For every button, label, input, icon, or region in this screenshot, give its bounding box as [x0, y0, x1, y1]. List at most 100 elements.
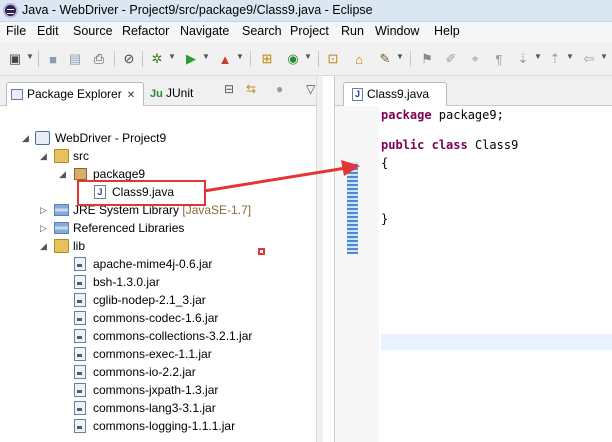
- debug-icon[interactable]: ✲: [148, 50, 166, 68]
- new-icon[interactable]: ▣: [6, 50, 24, 68]
- chevron-down-icon[interactable]: ▼: [168, 52, 176, 61]
- code-line-class[interactable]: public class Class9: [381, 138, 518, 152]
- junit-icon: Ju: [150, 87, 163, 100]
- tree-scrollbar[interactable]: [316, 76, 323, 442]
- search-icon[interactable]: ✎: [376, 50, 394, 68]
- link-with-editor-icon[interactable]: ⇆: [246, 82, 256, 102]
- jar-icon: [74, 275, 86, 289]
- close-icon[interactable]: ✕: [127, 90, 135, 101]
- view-tab-strip: Package Explorer ✕ Ju JUnit ⊟ ⇆ ● ▽: [0, 76, 323, 106]
- collapsed-icon[interactable]: ▷: [40, 201, 47, 219]
- collapsed-icon[interactable]: ▷: [40, 219, 47, 237]
- tree-node-jar[interactable]: commons-collections-3.2.1.jar: [0, 327, 253, 345]
- tab-package-explorer[interactable]: Package Explorer ✕: [6, 82, 144, 106]
- chevron-down-icon[interactable]: ▼: [304, 52, 312, 61]
- jar-label: commons-exec-1.1.jar: [93, 347, 212, 361]
- menu-refactor[interactable]: Refactor: [122, 24, 169, 38]
- toggle-breadcrumb-icon[interactable]: ✐: [442, 50, 460, 68]
- view-menu-icon[interactable]: ▽: [306, 82, 315, 102]
- tree-node-jar[interactable]: commons-exec-1.1.jar: [0, 345, 250, 363]
- menu-source[interactable]: Source: [73, 24, 113, 38]
- chevron-down-icon[interactable]: ▼: [202, 52, 210, 61]
- keyword-class: class: [431, 138, 468, 152]
- save-all-icon[interactable]: ▤: [66, 50, 84, 68]
- jar-icon: [74, 419, 86, 433]
- chevron-down-icon[interactable]: ▼: [534, 52, 542, 61]
- collapse-all-icon[interactable]: ⊟: [224, 82, 234, 102]
- print-icon[interactable]: ⎙: [90, 50, 108, 68]
- tree-label-referenced-libraries: Referenced Libraries: [73, 221, 185, 235]
- library-icon: [54, 204, 69, 216]
- tree-node-jar[interactable]: bsh-1.3.0.jar: [0, 273, 250, 291]
- tree-node-src[interactable]: ◢ src: [0, 147, 220, 165]
- menu-project[interactable]: Project: [290, 24, 329, 38]
- expanded-icon[interactable]: ◢: [40, 147, 47, 165]
- jar-label: commons-collections-3.2.1.jar: [93, 329, 253, 343]
- tree-node-jar[interactable]: commons-codec-1.6.jar: [0, 309, 250, 327]
- jar-label: commons-logging-1.1.1.jar: [93, 419, 236, 433]
- jar-label: commons-lang3-3.1.jar: [93, 401, 216, 415]
- tree-node-jar[interactable]: commons-io-2.2.jar: [0, 363, 250, 381]
- expanded-icon[interactable]: ◢: [59, 165, 66, 183]
- package-explorer-view: Package Explorer ✕ Ju JUnit ⊟ ⇆ ● ▽ ◢ WebD…: [0, 76, 323, 442]
- chevron-down-icon[interactable]: ▼: [600, 52, 608, 61]
- keyword-package: package: [381, 108, 432, 122]
- menu-search[interactable]: Search: [242, 24, 282, 38]
- code-line-open-brace[interactable]: {: [381, 156, 388, 170]
- main-toolbar: ▣ ▼ ■ ▤ ⎙ ⊘ ✲ ▼ ▶ ▼ ▲ ▼ ⊞ ◉ ▼ ⊡ ⌂ ✎ ▼ ⚑ …: [0, 42, 612, 76]
- tree-node-project[interactable]: ◢ WebDriver - Project9: [0, 129, 220, 147]
- tree-node-jar[interactable]: commons-jxpath-1.3.jar: [0, 381, 250, 399]
- expanded-icon[interactable]: ◢: [22, 129, 29, 147]
- project-tree: ◢ WebDriver - Project9 ◢ src ◢ package9 …: [0, 124, 323, 442]
- package-name: package9;: [431, 108, 504, 122]
- new-java-package-icon[interactable]: ⊞: [258, 50, 276, 68]
- menu-file[interactable]: File: [6, 24, 26, 38]
- java-project-icon: [35, 131, 50, 145]
- jar-label: commons-io-2.2.jar: [93, 365, 196, 379]
- tab-junit[interactable]: Ju JUnit: [146, 82, 197, 106]
- run-icon[interactable]: ▶: [182, 50, 200, 68]
- tree-node-jar[interactable]: apache-mime4j-0.6.jar: [0, 255, 250, 273]
- open-type-icon[interactable]: ⊡: [324, 50, 342, 68]
- external-tools-icon[interactable]: ▲: [216, 50, 234, 68]
- menu-window[interactable]: Window: [375, 24, 419, 38]
- tree-node-jar[interactable]: cglib-nodep-2.1_3.jar: [0, 291, 250, 309]
- open-folder-icon[interactable]: ⌂: [350, 50, 368, 68]
- editor-tab-strip: J Class9.java: [335, 76, 612, 106]
- package-icon: [74, 168, 87, 180]
- jar-icon: [74, 401, 86, 415]
- chevron-down-icon[interactable]: ▼: [236, 52, 244, 61]
- pin-icon[interactable]: ⌖: [466, 50, 484, 68]
- library-icon: [54, 222, 69, 234]
- expanded-icon[interactable]: ◢: [40, 237, 47, 255]
- tree-node-lib[interactable]: ◢ lib: [0, 237, 220, 255]
- change-marker: [347, 162, 358, 254]
- tree-node-jar[interactable]: commons-logging-1.1.1.jar: [0, 417, 250, 435]
- previous-annotation-icon[interactable]: ⇡: [546, 50, 564, 68]
- chevron-down-icon[interactable]: ▼: [26, 52, 34, 61]
- save-icon[interactable]: ■: [44, 50, 62, 68]
- jar-icon: [74, 347, 86, 361]
- jar-label: commons-jxpath-1.3.jar: [93, 383, 219, 397]
- chevron-down-icon[interactable]: ▼: [396, 52, 404, 61]
- menu-navigate[interactable]: Navigate: [180, 24, 229, 38]
- jar-icon: [74, 311, 86, 325]
- tab-class9-java[interactable]: J Class9.java: [343, 82, 447, 106]
- code-line-close-brace[interactable]: }: [381, 212, 388, 226]
- menu-help[interactable]: Help: [434, 24, 460, 38]
- show-whitespace-icon[interactable]: ¶: [490, 50, 508, 68]
- tree-node-jar[interactable]: commons-lang3-3.1.jar: [0, 399, 250, 417]
- new-java-class-icon[interactable]: ◉: [284, 50, 302, 68]
- next-annotation-icon[interactable]: ⇣: [514, 50, 532, 68]
- code-area[interactable]: package package9; public class Class9 { …: [381, 106, 612, 442]
- tree-node-referenced-libraries[interactable]: ▷ Referenced Libraries: [0, 219, 220, 237]
- focus-task-icon[interactable]: ●: [276, 82, 283, 102]
- chevron-down-icon[interactable]: ▼: [566, 52, 574, 61]
- menu-edit[interactable]: Edit: [37, 24, 59, 38]
- toggle-mark-icon[interactable]: ⚑: [418, 50, 436, 68]
- menu-run[interactable]: Run: [341, 24, 364, 38]
- code-line-package[interactable]: package package9;: [381, 108, 504, 122]
- skip-breakpoints-icon[interactable]: ⊘: [120, 50, 138, 68]
- back-icon[interactable]: ⇦: [580, 50, 598, 68]
- tree-label-project: WebDriver - Project9: [55, 131, 167, 145]
